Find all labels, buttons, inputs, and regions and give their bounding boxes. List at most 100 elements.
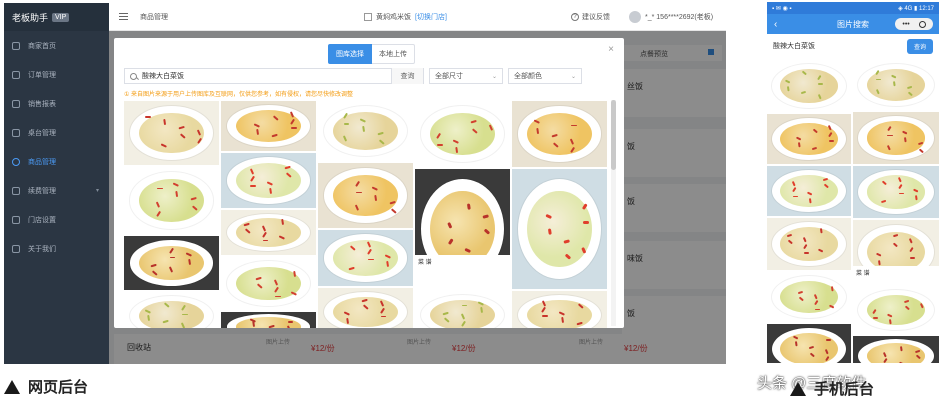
sidebar-item-label: 订单管理 [28, 71, 56, 79]
screenshot-stage: 老板助手 VIP 商家首页 订单管理 销售报表 桌台管理 商品管理 续费管理 ▾ 门店设置 关于… [0, 0, 939, 401]
food-image[interactable] [318, 230, 413, 286]
phone-search-query[interactable]: 酸辣大白菜饭 [773, 41, 815, 51]
food-image[interactable] [124, 292, 219, 328]
menu-icon [12, 99, 20, 108]
tab-local-upload[interactable]: 本地上传 [372, 44, 415, 64]
chili-piece [262, 239, 269, 242]
menu-toggle-icon[interactable] [119, 13, 128, 20]
chili-piece [343, 123, 350, 125]
more-icon[interactable]: ••• [902, 21, 909, 28]
switch-store-link[interactable]: [切换门店] [415, 12, 447, 22]
phone-status-bar: ▪ ✉ ◉ ▪ ◈ 4G ▮ 12:17 [767, 2, 939, 14]
scrollbar-thumb[interactable] [611, 100, 616, 170]
chevron-down-icon: ⌄ [570, 73, 576, 80]
size-select[interactable]: 全部尺寸 ⌄ [429, 68, 503, 84]
chili-piece [380, 315, 387, 318]
food-image[interactable] [221, 101, 316, 151]
chili-piece [147, 315, 150, 322]
cabbage-dish [236, 162, 301, 199]
food-image[interactable] [853, 286, 939, 334]
menu-icon [12, 41, 20, 50]
store-name: 黄焖鸡米饭 [376, 13, 411, 21]
food-image[interactable]: 菜 谱 [415, 169, 510, 289]
phone-search-button[interactable]: 查询 [906, 38, 933, 54]
chili-piece [872, 317, 878, 319]
food-image[interactable] [767, 272, 851, 322]
chili-piece [157, 187, 163, 190]
phone-search-row: 酸辣大白菜饭 查询 [767, 34, 939, 58]
menu-icon [12, 128, 20, 137]
food-image[interactable] [318, 163, 413, 228]
search-input[interactable]: 酸辣大白菜饭 查询 [124, 68, 424, 84]
food-image[interactable] [512, 291, 607, 328]
copyright-notice: ① 来自图片来源于用户上传图库及互联网，仅供您参考，如有侵权，请您尽快修改调整 [124, 92, 354, 98]
chili-piece [909, 257, 915, 259]
chili-piece [346, 317, 349, 324]
food-image[interactable] [853, 336, 939, 363]
sidebar-item[interactable]: 订单管理 [4, 60, 109, 89]
chili-piece [188, 258, 191, 265]
food-image[interactable] [767, 60, 851, 112]
food-image[interactable] [221, 312, 316, 328]
chili-piece [169, 256, 176, 259]
food-image[interactable] [767, 114, 851, 164]
food-image[interactable] [767, 218, 851, 270]
sidebar-item[interactable]: 门店设置 [4, 205, 109, 234]
triangle-icon [4, 379, 20, 394]
food-image[interactable] [124, 101, 219, 165]
menu-icon [12, 70, 20, 79]
tab-library[interactable]: 图库选择 [328, 44, 372, 64]
food-image[interactable] [415, 291, 510, 328]
recipe-card-title: 菜 谱 [418, 260, 432, 267]
search-button[interactable]: 查询 [391, 68, 423, 84]
food-image[interactable] [221, 153, 316, 208]
chili-piece [542, 315, 549, 317]
food-image[interactable]: 菜 谱 [853, 220, 939, 284]
chili-piece [480, 306, 483, 313]
question-icon: ? [571, 12, 579, 21]
sidebar-item[interactable]: 关于我们 [4, 234, 109, 263]
food-image[interactable] [221, 210, 316, 255]
miniprogram-capsule[interactable]: ••• [895, 18, 933, 30]
food-image[interactable] [415, 101, 510, 167]
back-icon[interactable]: ‹ [774, 19, 777, 30]
chili-piece [561, 316, 564, 323]
chili-piece [795, 341, 798, 347]
user-menu[interactable]: *_* 156****2692(老板) [629, 10, 714, 23]
food-image[interactable] [767, 324, 851, 363]
food-image[interactable] [221, 257, 316, 310]
food-image[interactable] [853, 166, 939, 218]
sidebar-item[interactable]: 商品管理 [4, 147, 109, 176]
food-image[interactable] [853, 60, 939, 110]
food-image[interactable] [318, 101, 413, 161]
color-select[interactable]: 全部颜色 ⌄ [508, 68, 582, 84]
food-image[interactable] [853, 112, 939, 164]
sidebar-item[interactable]: 商家首页 [4, 31, 109, 60]
gallery-scrollbar[interactable] [611, 100, 616, 326]
food-image[interactable] [512, 169, 607, 289]
sidebar-item-label: 商家首页 [28, 42, 56, 50]
food-image[interactable] [512, 101, 607, 167]
chili-piece [876, 78, 882, 80]
chili-piece [368, 258, 375, 261]
user-name: *_* 156****2692(老板) [645, 13, 714, 21]
sidebar-item[interactable]: 销售报表 [4, 89, 109, 118]
food-image[interactable] [124, 236, 219, 290]
search-value: 酸辣大白菜饭 [142, 73, 184, 80]
chili-piece [570, 124, 577, 127]
chili-piece [887, 134, 893, 137]
food-image[interactable] [318, 288, 413, 328]
size-select-value: 全部尺寸 [435, 73, 463, 80]
caption-web-label: 网页后台 [28, 379, 89, 396]
close-target-icon[interactable] [918, 20, 926, 28]
food-image[interactable] [124, 167, 219, 234]
sidebar-item[interactable]: 续费管理 ▾ [4, 176, 109, 205]
sidebar-item[interactable]: 桌台管理 [4, 118, 109, 147]
cabbage-dish [139, 179, 204, 222]
feedback-link[interactable]: ? 建议反馈 [571, 12, 610, 22]
phone-image-grid: 菜 谱 [767, 60, 939, 363]
chili-piece [829, 140, 835, 142]
food-image[interactable] [767, 166, 851, 216]
close-icon[interactable]: × [608, 44, 614, 55]
image-gallery: 菜 谱 [124, 101, 609, 328]
